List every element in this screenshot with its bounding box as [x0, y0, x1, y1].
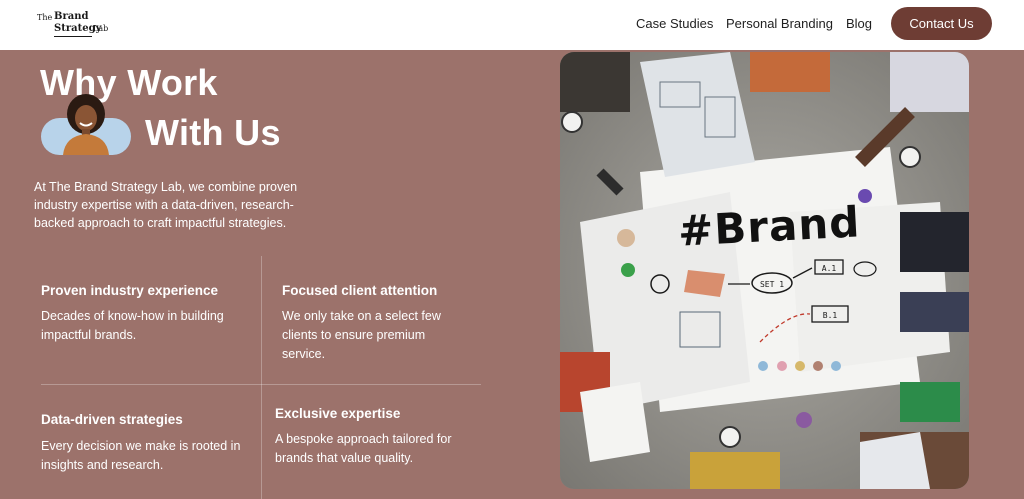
- brainstorm-illustration: SET 1 A.1 B.1: [560, 52, 969, 489]
- intro-paragraph: At The Brand Strategy Lab, we combine pr…: [34, 180, 298, 230]
- sketch-label: SET 1: [760, 280, 784, 289]
- hero-title-line2: With Us: [145, 112, 281, 153]
- brand-logo[interactable]: The Brand Strategy Lab: [37, 10, 117, 38]
- nav-blog[interactable]: Blog: [846, 16, 872, 31]
- handwritten-brand-text: #Brand: [676, 197, 862, 256]
- contact-us-button[interactable]: Contact Us: [891, 7, 992, 40]
- feature-desc-attention: We only take on a select few clients to …: [282, 309, 441, 361]
- logo-the: The: [37, 13, 53, 22]
- feature-desc-experience: Decades of know-how in building impactfu…: [41, 309, 224, 342]
- feature-desc-exclusive: A bespoke approach tailored for brands t…: [275, 432, 452, 465]
- feature-title-experience: Proven industry experience: [41, 283, 219, 298]
- hero-photo: SET 1 A.1 B.1 #Brand: [560, 52, 969, 489]
- feature-title-data-driven: Data-driven strategies: [41, 412, 183, 427]
- avatar-portrait: [63, 94, 109, 155]
- avatar: [41, 94, 131, 155]
- grid-divider-vertical: [261, 256, 262, 499]
- nav-case-studies[interactable]: Case Studies: [636, 16, 713, 31]
- logo-underline: [54, 36, 92, 37]
- feature-title-exclusive: Exclusive expertise: [275, 406, 401, 421]
- site-header: The Brand Strategy Lab Case Studies Pers…: [0, 0, 1024, 50]
- logo-lab: Lab: [93, 24, 109, 33]
- nav-personal-branding[interactable]: Personal Branding: [726, 16, 833, 31]
- logo-brand: Brand: [54, 11, 89, 22]
- sketch-label: B.1: [823, 311, 838, 320]
- feature-desc-data-driven: Every decision we make is rooted in insi…: [41, 439, 241, 472]
- grid-divider-horizontal: [41, 384, 481, 385]
- sketch-label: A.1: [822, 264, 837, 273]
- feature-title-attention: Focused client attention: [282, 283, 438, 298]
